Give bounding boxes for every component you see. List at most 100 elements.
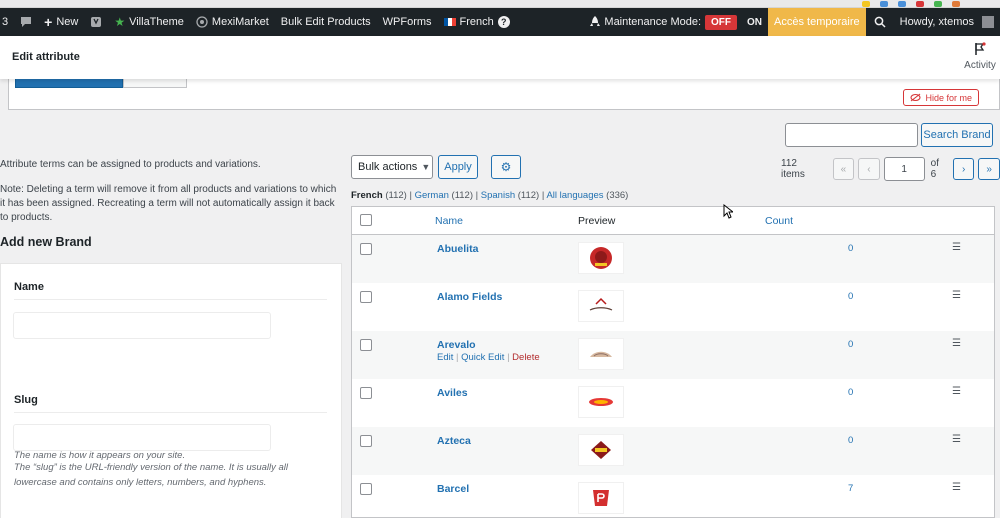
drag-handle-icon[interactable]: ☰	[952, 242, 961, 253]
hide-for-me-button[interactable]: Hide for me	[903, 89, 979, 106]
activity-label: Activity	[964, 60, 996, 71]
table-header: Name Preview Count	[352, 207, 994, 235]
search-brand-input[interactable]	[785, 123, 918, 147]
language-label: French	[459, 16, 494, 28]
updates-count: 3	[2, 16, 9, 28]
search-item[interactable]	[866, 8, 894, 36]
language-switcher-item[interactable]: French ?	[438, 8, 516, 36]
site-meximarket-item[interactable]: MexiMarket	[190, 8, 275, 36]
yoast-item[interactable]	[84, 8, 108, 36]
lang-german[interactable]: German	[415, 190, 449, 201]
row-checkbox[interactable]	[360, 435, 372, 447]
search-icon	[874, 16, 886, 28]
lang-french[interactable]: French	[351, 190, 383, 201]
extension-icon[interactable]	[934, 1, 942, 7]
items-count: 112 items	[781, 158, 805, 180]
browser-toolbar-strip	[0, 0, 1000, 8]
bulk-actions-select[interactable]: Bulk actions ▼	[351, 155, 433, 179]
language-filter: French (112) | German (112) | Spanish (1…	[351, 190, 629, 201]
site-icon	[196, 16, 208, 28]
row-checkbox[interactable]	[360, 291, 372, 303]
acces-temporaire-item[interactable]: Accès temporaire	[768, 8, 866, 36]
extension-icon[interactable]	[898, 1, 906, 7]
help-icon: ?	[497, 16, 510, 28]
column-count-header[interactable]: Count	[765, 215, 793, 227]
apply-button[interactable]: Apply	[438, 155, 478, 179]
column-preview-header: Preview	[578, 215, 616, 227]
drag-handle-icon[interactable]: ☰	[952, 386, 961, 397]
site-villatheme-item[interactable]: ★ VillaTheme	[108, 8, 190, 36]
maintenance-off-toggle[interactable]: OFF	[705, 14, 738, 30]
howdy-label: Howdy, xtemos	[899, 16, 974, 28]
settings-button[interactable]: ⚙	[491, 155, 521, 179]
brand-logo-image	[578, 386, 624, 418]
lang-spanish[interactable]: Spanish	[481, 190, 515, 201]
page-title: Edit attribute	[12, 51, 80, 63]
row-name-link[interactable]: Abuelita	[437, 243, 478, 255]
wpforms-item[interactable]: WPForms	[377, 8, 438, 36]
last-page-button[interactable]: »	[978, 158, 1000, 180]
new-content-item[interactable]: + New	[38, 8, 84, 36]
brand-logo-image	[578, 242, 624, 274]
name-field[interactable]	[13, 312, 271, 339]
drag-handle-icon[interactable]: ☰	[952, 434, 961, 445]
wpforms-label: WPForms	[382, 16, 432, 28]
drag-handle-icon[interactable]: ☰	[952, 290, 961, 301]
gear-icon: ⚙	[500, 160, 512, 174]
lang-all[interactable]: All languages	[546, 190, 603, 201]
row-name-link[interactable]: Alamo Fields	[437, 291, 502, 303]
row-name-link[interactable]: Barcel	[437, 483, 469, 495]
table-row: Arevalo Edit | Quick Edit | Delete 0 ☰	[352, 331, 994, 379]
row-count[interactable]: 0	[848, 387, 853, 398]
quick-edit-link[interactable]: Quick Edit	[461, 352, 504, 363]
table-row: Barcel 7 ☰	[352, 475, 994, 517]
row-count[interactable]: 0	[848, 435, 853, 446]
prev-page-button[interactable]: ‹	[858, 158, 880, 180]
extension-icon[interactable]	[862, 1, 870, 7]
current-page-input[interactable]: 1	[883, 157, 925, 181]
extension-icon[interactable]	[916, 1, 924, 7]
terms-description: Attribute terms can be assigned to produ…	[0, 159, 261, 170]
row-checkbox[interactable]	[360, 243, 372, 255]
slug-help: The “slug” is the URL-friendly version o…	[14, 462, 289, 488]
row-checkbox[interactable]	[360, 483, 372, 495]
my-account-item[interactable]: Howdy, xtemos	[894, 8, 1000, 36]
drag-handle-icon[interactable]: ☰	[952, 338, 961, 349]
extension-icon[interactable]	[880, 1, 888, 7]
bulk-edit-products-item[interactable]: Bulk Edit Products	[275, 8, 377, 36]
total-pages: of 6	[930, 158, 939, 180]
row-checkbox[interactable]	[360, 387, 372, 399]
row-name-link[interactable]: Azteca	[437, 435, 471, 447]
extension-icon[interactable]	[952, 1, 960, 7]
row-checkbox[interactable]	[360, 339, 372, 351]
table-row: Abuelita 0 ☰	[352, 235, 994, 283]
hide-for-me-label: Hide for me	[925, 92, 972, 103]
select-all-checkbox[interactable]	[360, 214, 372, 226]
comments-item[interactable]	[14, 8, 38, 36]
add-brand-form: Name The name is how it appears on your …	[0, 263, 342, 518]
table-row: Alamo Fields 0 ☰	[352, 283, 994, 331]
maintenance-on-label: ON	[747, 16, 763, 28]
updates-item[interactable]: 3	[0, 8, 14, 36]
row-count[interactable]: 7	[848, 483, 853, 494]
rocket-icon	[590, 16, 601, 26]
maintenance-mode-item[interactable]: Maintenance Mode: OFF ON	[584, 8, 768, 36]
column-name-header[interactable]: Name	[435, 215, 463, 227]
slug-field[interactable]	[13, 424, 271, 451]
row-count[interactable]: 0	[848, 339, 853, 350]
brand-logo-image	[578, 482, 624, 514]
row-count[interactable]: 0	[848, 243, 853, 254]
first-page-button[interactable]: «	[832, 158, 855, 180]
page-header: Edit attribute Activity	[0, 36, 1000, 79]
delete-note: Note: Deleting a term will remove it fro…	[0, 184, 337, 223]
row-name-link[interactable]: Arevalo	[437, 339, 476, 351]
drag-handle-icon[interactable]: ☰	[952, 482, 961, 493]
search-brand-button[interactable]: Search Brand	[921, 123, 993, 147]
edit-link[interactable]: Edit	[437, 352, 453, 363]
activity-button[interactable]: Activity	[962, 42, 998, 71]
next-page-button[interactable]: ›	[952, 158, 975, 180]
row-count[interactable]: 0	[848, 291, 853, 302]
row-name-link[interactable]: Aviles	[437, 387, 468, 399]
brand-logo-image	[578, 434, 624, 466]
delete-link[interactable]: Delete	[512, 352, 539, 363]
